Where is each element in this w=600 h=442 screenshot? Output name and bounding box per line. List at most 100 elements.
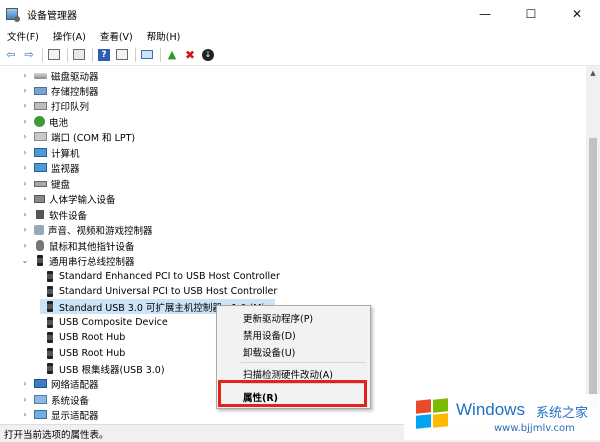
menu-file[interactable]: 文件(F) [0, 29, 46, 43]
tree-item-label: 鼠标和其他指针设备 [49, 241, 135, 253]
expand-chevron-icon[interactable]: › [20, 132, 30, 141]
scroll-up-icon[interactable]: ▲ [586, 66, 600, 80]
tree-item-batteries[interactable]: › 电池 [20, 114, 68, 129]
expand-chevron-icon[interactable]: › [20, 117, 30, 126]
tree-item-monitors[interactable]: › 监视器 [20, 160, 80, 175]
windows-logo-icon [416, 398, 450, 430]
tree-item-usb-root-hub-3[interactable]: USB 根集线器(USB 3.0) [40, 361, 165, 376]
tree-item-hid[interactable]: › 人体学输入设备 [20, 191, 116, 206]
tree-item-disk-drives[interactable]: › 磁盘驱动器 [20, 68, 99, 83]
expand-chevron-icon[interactable]: › [20, 71, 30, 80]
tree-item-computer[interactable]: › 计算机 [20, 145, 80, 160]
menu-view[interactable]: 查看(V) [93, 29, 140, 43]
help-icon[interactable]: ? [97, 48, 111, 62]
tree-item-label: Standard Universal PCI to USB Host Contr… [59, 286, 278, 297]
usb-icon [47, 332, 53, 343]
expand-chevron-icon[interactable]: › [20, 210, 30, 219]
usb-icon [47, 317, 53, 328]
tree-item-ports[interactable]: › 端口 (COM 和 LPT) [20, 129, 135, 144]
tree-item-software-devices[interactable]: › 软件设备 [20, 207, 87, 222]
expand-chevron-icon[interactable]: › [20, 101, 30, 110]
port-icon [34, 132, 47, 141]
tree-item-label: 键盘 [51, 179, 71, 191]
watermark-site: 系统之家 [536, 406, 589, 421]
tree-item-usb-root-hub-2[interactable]: USB Root Hub [40, 346, 125, 361]
scroll-thumb[interactable] [589, 138, 597, 408]
scan-monitor-icon[interactable] [140, 48, 154, 62]
expand-chevron-icon[interactable]: › [20, 163, 30, 172]
usb-icon [47, 271, 53, 282]
tree-item-sound-video[interactable]: › 声音、视频和游戏控制器 [20, 222, 153, 237]
tree-item-label: 计算机 [51, 148, 80, 160]
expand-chevron-icon[interactable]: › [20, 241, 30, 250]
keyboard-icon [34, 180, 47, 187]
tree-item-usb-composite[interactable]: USB Composite Device [40, 315, 168, 330]
window-controls: — ☐ ✕ [462, 0, 600, 28]
uninstall-icon[interactable]: ✖ [183, 48, 197, 62]
tree-item-label: Standard Enhanced PCI to USB Host Contro… [59, 271, 280, 282]
menu-update-driver[interactable]: 更新驱动程序(P) [243, 311, 313, 325]
properties-icon[interactable] [72, 48, 86, 62]
expand-chevron-icon[interactable]: › [20, 379, 30, 388]
tree-item-label: 通用串行总线控制器 [49, 256, 135, 268]
download-icon[interactable]: ↓ [201, 48, 215, 62]
tree-item-mice[interactable]: › 鼠标和其他指针设备 [20, 238, 135, 253]
tree-item-label: 显示适配器 [51, 410, 99, 422]
tree-item-storage-controllers[interactable]: › 存储控制器 [20, 83, 99, 98]
watermark-url: www.bjjmlv.com [494, 423, 575, 434]
status-text: 打开当前选项的属性表。 [4, 429, 109, 441]
usb-icon [47, 363, 53, 374]
software-device-icon [36, 210, 44, 219]
back-icon[interactable]: ⇦ [4, 48, 18, 62]
tree-item-label: 磁盘驱动器 [51, 71, 99, 83]
tree-item-usb-enhanced-host[interactable]: Standard Enhanced PCI to USB Host Contro… [40, 269, 280, 284]
menu-action[interactable]: 操作(A) [46, 29, 93, 43]
printer-icon [34, 101, 47, 110]
menu-scan-hardware[interactable]: 扫描检测硬件改动(A) [243, 367, 333, 381]
network-icon [34, 379, 47, 388]
tree-item-usb-root-hub-1[interactable]: USB Root Hub [40, 330, 125, 345]
tree-item-label: 电池 [49, 117, 69, 129]
collapse-chevron-icon[interactable]: ⌄ [20, 256, 30, 265]
expand-chevron-icon[interactable]: › [20, 225, 30, 234]
download-glyph: ↓ [202, 48, 214, 61]
forward-icon[interactable]: ⇨ [22, 48, 36, 62]
tree-item-label: 网络适配器 [51, 379, 99, 391]
monitor-icon [34, 163, 47, 172]
menu-separator [241, 362, 366, 363]
tree-item-label: 端口 (COM 和 LPT) [51, 132, 136, 144]
tree-item-system-devices[interactable]: › 系统设备 [20, 392, 89, 407]
menu-disable-device[interactable]: 禁用设备(D) [243, 328, 296, 342]
tree-item-usb-controllers[interactable]: ⌄ 通用串行总线控制器 [20, 253, 135, 268]
vertical-scrollbar[interactable]: ▲ [586, 66, 600, 424]
tree-item-label: 打印队列 [51, 101, 90, 113]
tree-item-display-adapters[interactable]: › 显示适配器 [20, 407, 99, 422]
tree-item-keyboards[interactable]: › 键盘 [20, 176, 70, 191]
expand-chevron-icon[interactable]: › [20, 410, 30, 419]
usb-icon [47, 301, 53, 312]
expand-chevron-icon[interactable]: › [20, 395, 30, 404]
tree-item-label: 监视器 [51, 163, 80, 175]
expand-chevron-icon[interactable]: › [20, 86, 30, 95]
maximize-button[interactable]: ☐ [508, 0, 554, 28]
toolbar: ⇦ ⇨ ? ▲ ✖ ↓ [0, 44, 600, 66]
expand-chevron-icon[interactable]: › [20, 194, 30, 203]
menu-uninstall-device[interactable]: 卸载设备(U) [243, 345, 295, 359]
minimize-button[interactable]: — [462, 0, 508, 28]
tree-item-label: 软件设备 [49, 210, 88, 222]
expand-chevron-icon[interactable]: › [20, 148, 30, 157]
tree-item-usb-universal-host[interactable]: Standard Universal PCI to USB Host Contr… [40, 284, 277, 299]
tree-item-label: 存储控制器 [51, 86, 99, 98]
tree-item-label: 人体学输入设备 [49, 194, 116, 206]
tree-item-print-queues[interactable]: › 打印队列 [20, 98, 89, 113]
tree-item-label: USB Root Hub [59, 332, 126, 343]
system-icon [34, 395, 47, 404]
device-view-icon[interactable] [47, 48, 61, 62]
update-driver-icon[interactable]: ▲ [165, 48, 179, 62]
tree-item-network-adapters[interactable]: › 网络适配器 [20, 376, 99, 391]
properties-pane-icon[interactable] [115, 48, 129, 62]
menu-help[interactable]: 帮助(H) [140, 29, 188, 43]
close-button[interactable]: ✕ [554, 0, 600, 28]
expand-chevron-icon[interactable]: › [20, 179, 30, 188]
properties-highlight-box [218, 380, 367, 407]
